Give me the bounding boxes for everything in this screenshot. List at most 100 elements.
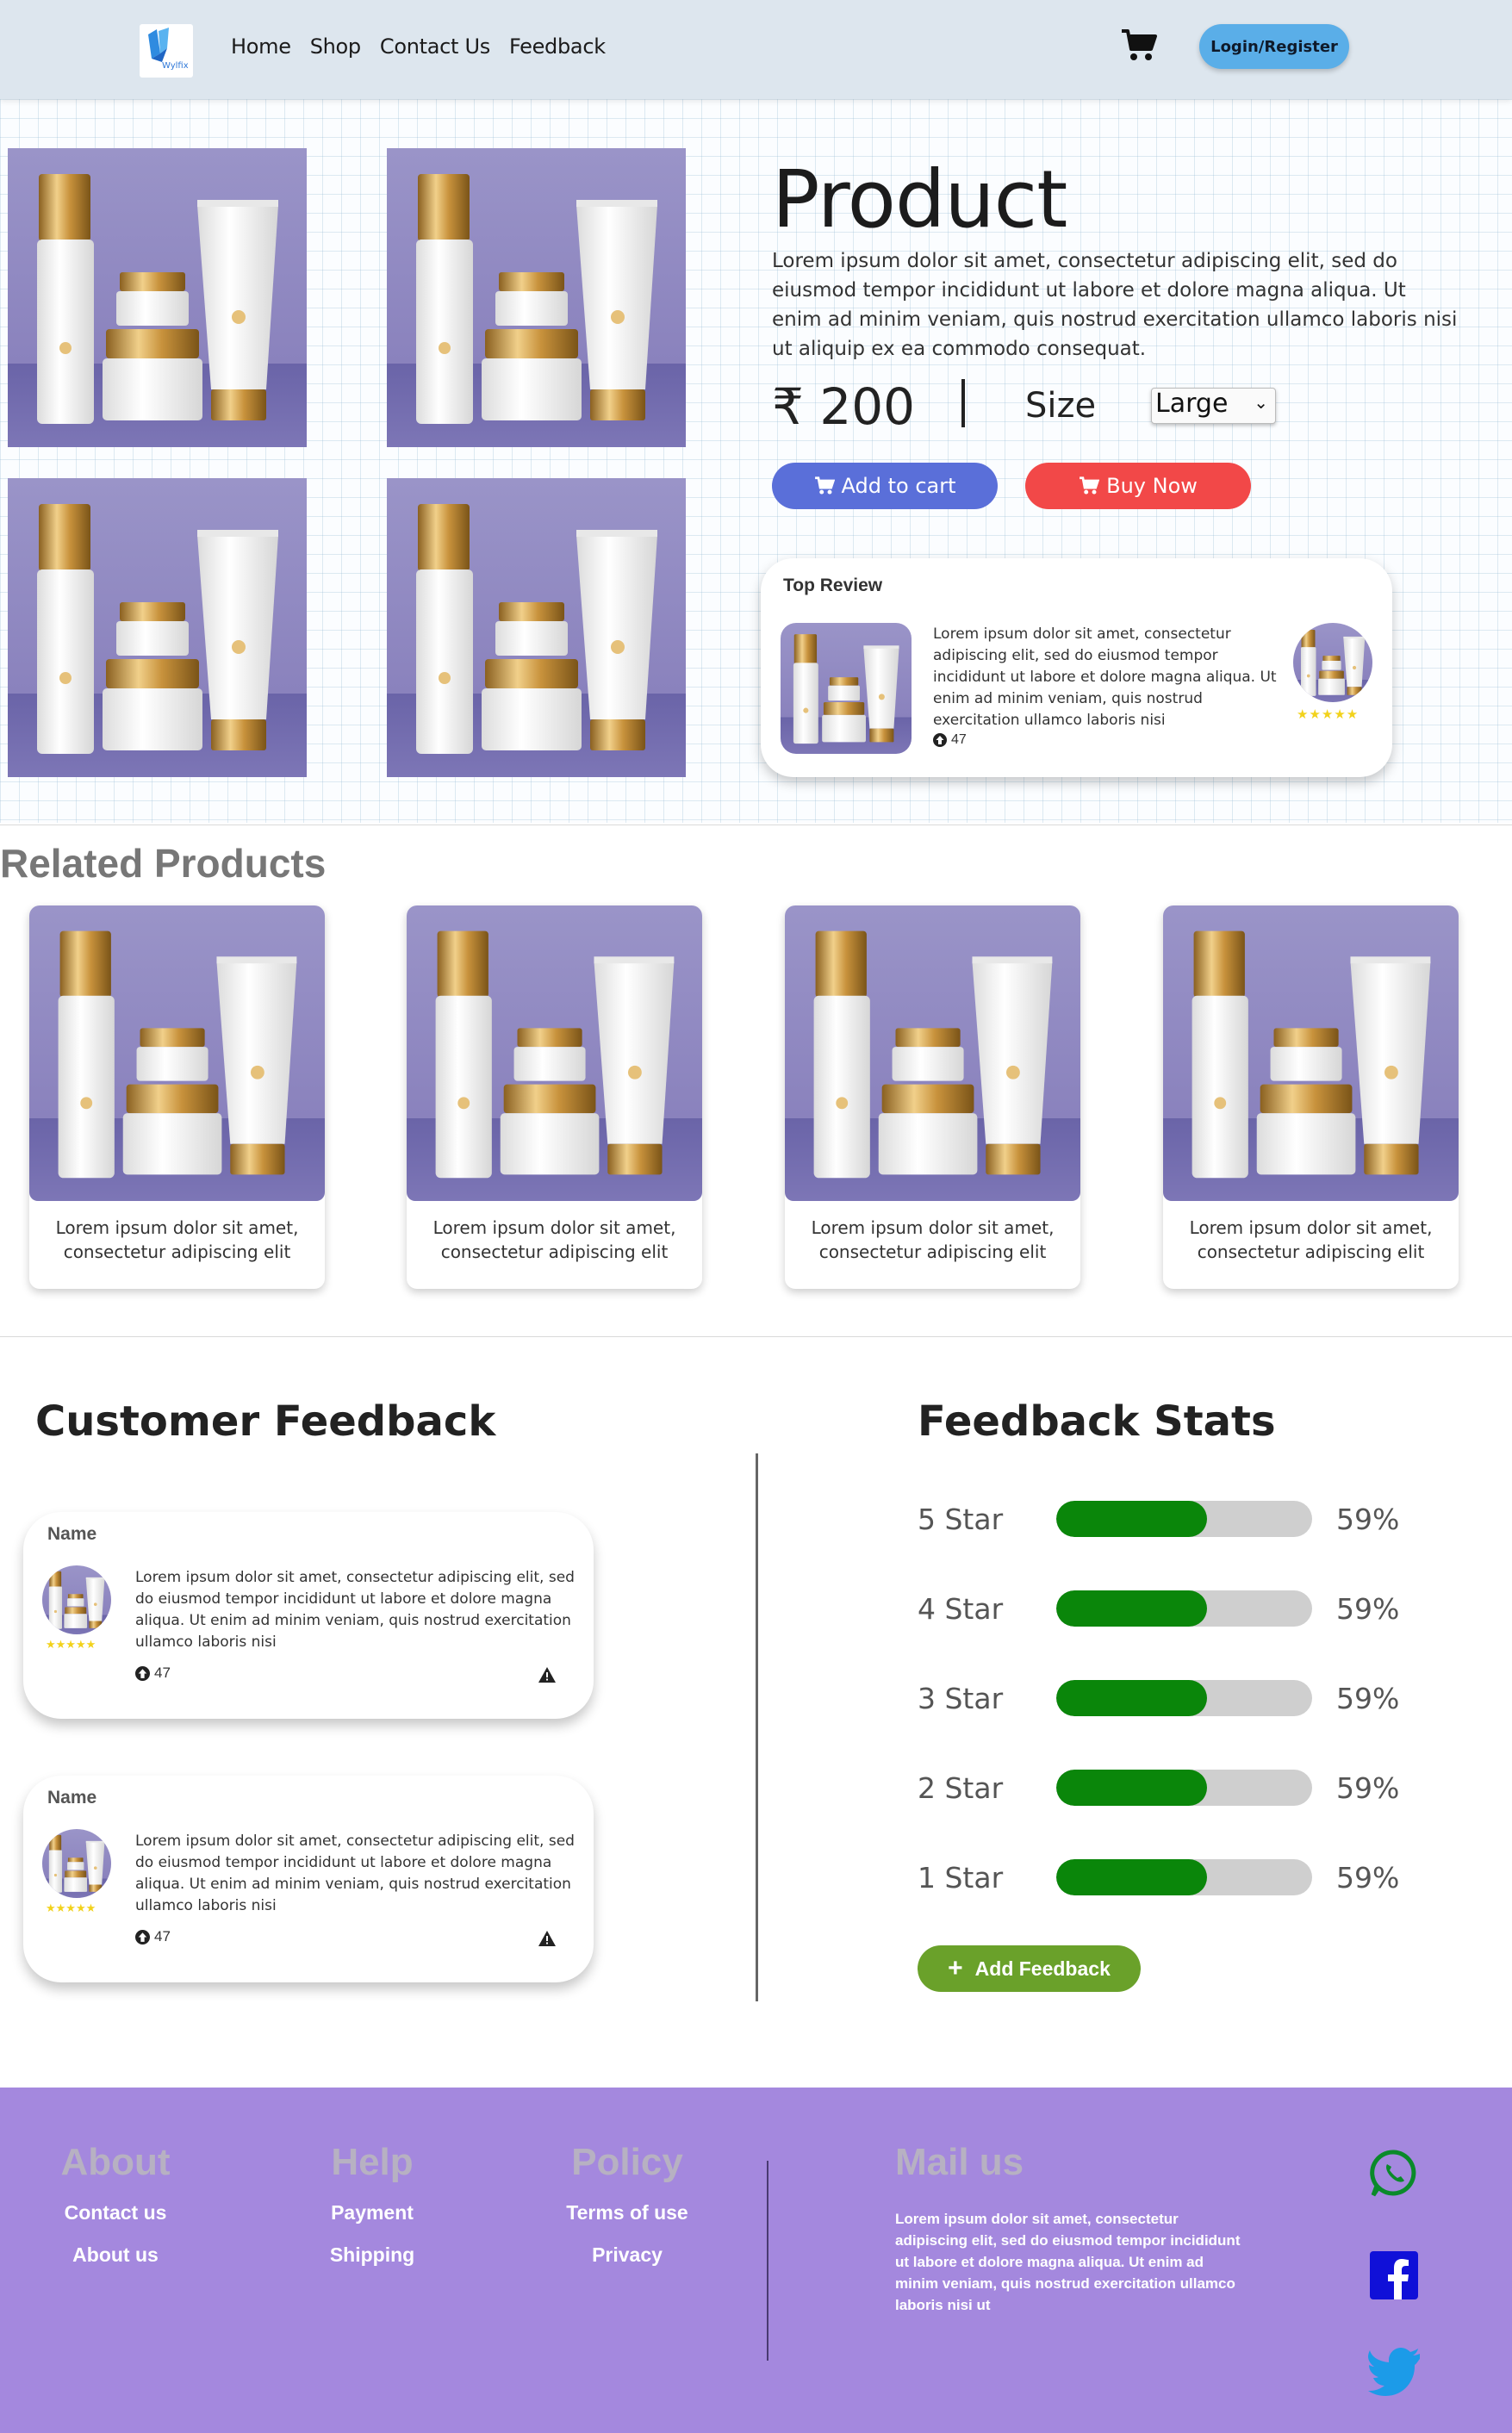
stat-bar-fill xyxy=(1056,1680,1208,1716)
nav-feedback[interactable]: Feedback xyxy=(509,34,606,59)
footer-about-heading: About xyxy=(60,2141,171,2183)
cart-icon[interactable] xyxy=(1120,28,1158,67)
stat-row-4-star: 4 Star 59% xyxy=(918,1587,1434,1630)
product-image-2[interactable] xyxy=(387,148,686,447)
stat-row-1-star: 1 Star 59% xyxy=(918,1856,1434,1899)
stat-bar-fill xyxy=(1056,1501,1208,1537)
upvote[interactable]: 47 xyxy=(135,1928,171,1945)
related-product-card[interactable]: Lorem ipsum dolor sit amet, consectetur … xyxy=(1163,905,1459,1289)
facebook-icon[interactable] xyxy=(1368,2249,1420,2305)
size-selected-value: Large xyxy=(1155,389,1229,419)
chevron-down-icon: ⌄ xyxy=(1254,392,1268,413)
stat-bar-track xyxy=(1056,1680,1312,1716)
related-product-image xyxy=(1163,905,1459,1201)
footer-help-heading: Help xyxy=(331,2141,414,2183)
footer-about-column: About Contact us About us xyxy=(55,2141,176,2267)
footer-mail-text: Lorem ipsum dolor sit amet, consectetur … xyxy=(895,2211,1241,2313)
report-warning-icon[interactable] xyxy=(538,1667,556,1687)
upvote[interactable]: 47 xyxy=(933,732,967,748)
add-to-cart-button[interactable]: Add to cart xyxy=(772,463,998,509)
stat-bar-track xyxy=(1056,1770,1312,1806)
add-feedback-label: Add Feedback xyxy=(974,1957,1111,1980)
nav-shop[interactable]: Shop xyxy=(310,34,361,59)
buy-now-button[interactable]: Buy Now xyxy=(1025,463,1251,509)
reviewer-avatar xyxy=(42,1565,111,1634)
related-product-caption: Lorem ipsum dolor sit amet, consectetur … xyxy=(432,1217,676,1262)
related-product-caption: Lorem ipsum dolor sit amet, consectetur … xyxy=(55,1217,299,1262)
reviewer-avatar xyxy=(42,1829,111,1898)
nav-contact-us[interactable]: Contact Us xyxy=(380,34,490,59)
section-divider xyxy=(0,1336,1512,1337)
plus-icon: + xyxy=(948,1954,963,1982)
upvote-count: 47 xyxy=(951,732,967,747)
stat-bar-fill xyxy=(1056,1859,1208,1895)
stat-bar-track xyxy=(1056,1501,1312,1537)
footer-link-privacy[interactable]: Privacy xyxy=(551,2243,703,2267)
stat-bar-track xyxy=(1056,1859,1312,1895)
top-review-title: Top Review xyxy=(783,576,883,595)
main-nav: Home Shop Contact Us Feedback xyxy=(231,34,606,59)
whatsapp-icon[interactable] xyxy=(1368,2148,1420,2204)
star-rating: ★★★★★ xyxy=(46,1638,96,1651)
buy-now-label: Buy Now xyxy=(1106,474,1198,498)
feedback-text: Lorem ipsum dolor sit amet, consectetur … xyxy=(135,1569,575,1651)
related-product-card[interactable]: Lorem ipsum dolor sit amet, consectetur … xyxy=(29,905,325,1289)
logo-text: Wylfix xyxy=(162,61,189,71)
footer-link-shipping[interactable]: Shipping xyxy=(314,2243,431,2267)
upvote-count: 47 xyxy=(154,1665,171,1681)
twitter-icon[interactable] xyxy=(1368,2348,1422,2400)
stat-percent: 59% xyxy=(1336,1771,1400,1805)
footer-divider xyxy=(767,2161,768,2361)
site-logo[interactable]: Wylfix xyxy=(140,24,193,78)
related-product-caption: Lorem ipsum dolor sit amet, consectetur … xyxy=(1189,1217,1433,1262)
price-separator xyxy=(961,379,965,427)
footer-link-contact-us[interactable]: Contact us xyxy=(55,2201,176,2225)
reviewer-name: Name xyxy=(47,1524,97,1544)
related-product-caption: Lorem ipsum dolor sit amet, consectetur … xyxy=(811,1217,1055,1262)
stat-label: 3 Star xyxy=(918,1682,1004,1715)
footer-mail-heading: Mail us xyxy=(895,2141,1024,2183)
footer-policy-column: Policy Terms of use Privacy xyxy=(551,2141,703,2267)
feedback-card: Name ★★★★★ Lorem ipsum dolor sit amet, c… xyxy=(23,1776,594,1982)
stat-percent: 59% xyxy=(1336,1682,1400,1715)
upvote[interactable]: 47 xyxy=(135,1665,171,1682)
stat-bar-fill xyxy=(1056,1590,1208,1627)
feedback-text: Lorem ipsum dolor sit amet, consectetur … xyxy=(135,1833,575,1914)
product-image-1[interactable] xyxy=(8,148,307,447)
footer-link-payment[interactable]: Payment xyxy=(314,2201,431,2225)
review-product-image xyxy=(781,623,912,754)
product-image-4[interactable] xyxy=(387,478,686,777)
size-select[interactable]: Large ⌄ xyxy=(1151,388,1276,424)
reviewer-avatar xyxy=(1293,623,1372,702)
review-text: Lorem ipsum dolor sit amet, consectetur … xyxy=(933,625,1277,729)
stat-label: 1 Star xyxy=(918,1861,1004,1895)
related-product-image xyxy=(29,905,325,1201)
report-warning-icon[interactable] xyxy=(538,1931,556,1951)
footer-link-terms-of-use[interactable]: Terms of use xyxy=(551,2201,703,2225)
stat-percent: 59% xyxy=(1336,1861,1400,1895)
reviewer-name: Name xyxy=(47,1788,97,1808)
section-divider xyxy=(0,824,1512,825)
upvote-count: 47 xyxy=(154,1928,171,1945)
product-image-3[interactable] xyxy=(8,478,307,777)
add-to-cart-label: Add to cart xyxy=(841,474,956,498)
site-header: Wylfix Home Shop Contact Us Feedback Log… xyxy=(0,0,1512,99)
login-register-button[interactable]: Login/Register xyxy=(1199,24,1349,69)
nav-home[interactable]: Home xyxy=(231,34,291,59)
stat-percent: 59% xyxy=(1336,1592,1400,1626)
stat-label: 5 Star xyxy=(918,1503,1004,1536)
related-product-card[interactable]: Lorem ipsum dolor sit amet, consectetur … xyxy=(407,905,702,1289)
stat-bar-fill xyxy=(1056,1770,1208,1806)
footer-help-column: Help Payment Shipping xyxy=(314,2141,431,2267)
related-products-title: Related Products xyxy=(0,841,327,886)
upvote-arrow-icon xyxy=(135,1665,150,1681)
footer-policy-heading: Policy xyxy=(571,2141,683,2183)
related-product-image xyxy=(785,905,1080,1201)
cart-icon xyxy=(1080,476,1100,495)
feedback-divider xyxy=(756,1453,758,2001)
stat-row-3-star: 3 Star 59% xyxy=(918,1677,1434,1720)
related-product-card[interactable]: Lorem ipsum dolor sit amet, consectetur … xyxy=(785,905,1080,1289)
product-price: ₹ 200 xyxy=(772,377,916,436)
add-feedback-button[interactable]: + Add Feedback xyxy=(918,1945,1141,1992)
footer-link-about-us[interactable]: About us xyxy=(55,2243,176,2267)
